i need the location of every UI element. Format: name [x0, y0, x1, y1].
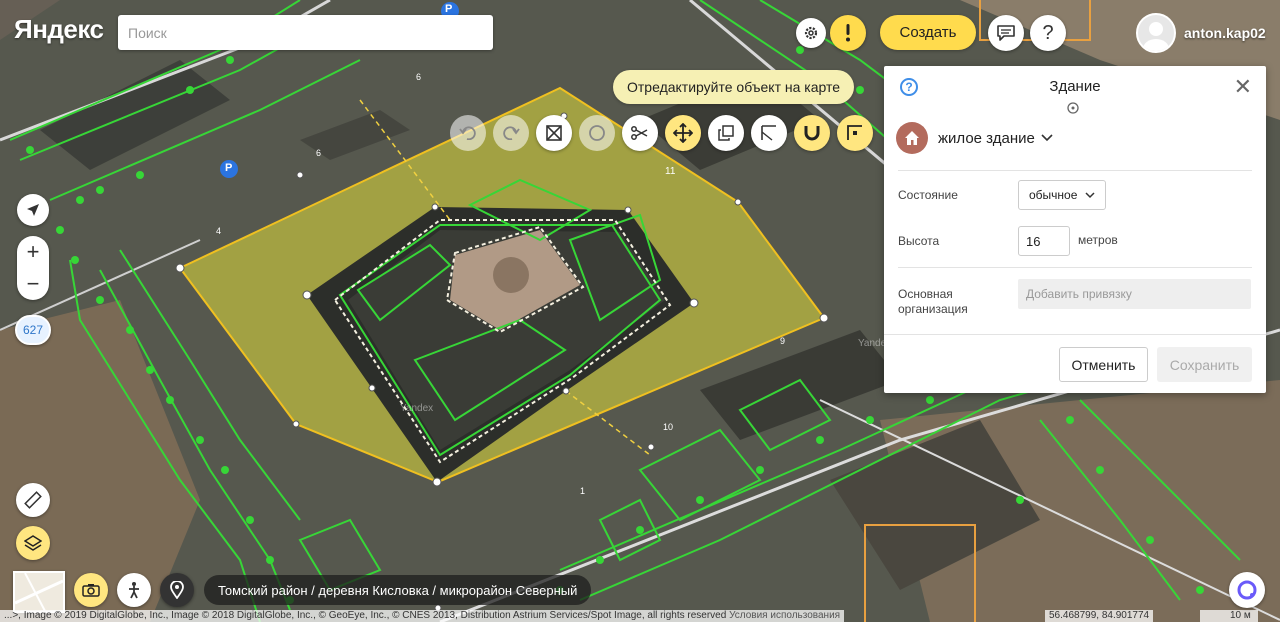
locate-button[interactable] — [17, 194, 49, 226]
chat-icon — [997, 25, 1015, 41]
layers-icon — [24, 535, 42, 551]
cancel-button[interactable]: Отменить — [1059, 347, 1148, 382]
chevron-down-icon — [1041, 134, 1053, 142]
house-number: 9 — [780, 336, 786, 346]
state-value: обычное — [1029, 188, 1078, 202]
delete-vertices-icon — [546, 125, 562, 141]
minimap[interactable] — [13, 571, 65, 613]
alice-icon — [1237, 580, 1257, 600]
user-icon — [1143, 22, 1169, 51]
zoom-out-button[interactable]: − — [17, 268, 49, 300]
question-icon: ? — [1042, 21, 1054, 44]
zoom-in-button[interactable]: + — [17, 236, 49, 268]
state-select[interactable]: обычное — [1018, 180, 1106, 210]
settings-button[interactable] — [796, 18, 826, 48]
house-number: 6 — [416, 72, 422, 82]
coordinates: 56.468799, 84.901774 — [1045, 610, 1154, 622]
photo-button[interactable] — [74, 573, 108, 607]
move-button[interactable] — [665, 115, 701, 151]
house-number: 10 — [663, 422, 674, 432]
circle-button[interactable] — [579, 115, 615, 151]
house-number: 6 — [316, 148, 322, 158]
gear-icon — [804, 26, 818, 40]
panorama-button[interactable] — [117, 573, 151, 607]
org-label: Основная организация — [898, 287, 968, 316]
category-label: жилое здание — [938, 129, 1035, 147]
address-breadcrumb[interactable]: Томский район / деревня Кисловка / микро… — [204, 575, 592, 605]
square-snap-icon — [847, 125, 862, 140]
house-number: 4 — [216, 226, 222, 236]
assistant-button[interactable] — [1229, 572, 1265, 608]
username[interactable]: anton.kap02 — [1184, 25, 1266, 41]
divider — [898, 267, 1252, 268]
delete-vertices-button[interactable] — [536, 115, 572, 151]
camera-icon — [82, 584, 100, 597]
zoom-control: + − — [17, 236, 49, 300]
create-button[interactable]: Создать — [880, 15, 976, 50]
feedback-button[interactable] — [988, 15, 1024, 51]
angle-icon — [761, 125, 776, 141]
state-label: Состояние — [898, 188, 958, 202]
minimap-thumbnail — [14, 572, 64, 612]
layers-button[interactable] — [16, 526, 50, 560]
pedestrian-icon — [129, 582, 139, 599]
panel-title: Здание — [1049, 78, 1101, 95]
move-icon — [673, 123, 693, 143]
ruler-button[interactable] — [16, 483, 50, 517]
height-label: Высота — [898, 234, 940, 248]
alerts-button[interactable] — [830, 15, 866, 51]
object-panel: ? Здание ✕ жилое здание Состояние обычно… — [884, 66, 1266, 393]
counter-badge[interactable]: 627 — [15, 315, 51, 345]
copy-icon — [718, 125, 734, 141]
save-button[interactable]: Сохранить — [1157, 347, 1252, 382]
undo-button[interactable] — [450, 115, 486, 151]
cut-button[interactable] — [622, 115, 658, 151]
copyright-bar: ...>, Image © 2019 DigitalGlobe, Inc., I… — [0, 610, 845, 622]
parking-marker[interactable]: P — [225, 162, 232, 174]
chevron-down-icon — [1085, 191, 1095, 198]
undo-icon — [459, 126, 476, 140]
close-icon[interactable]: ✕ — [1234, 76, 1252, 98]
add-link-button[interactable]: Добавить привязку — [1018, 279, 1251, 309]
height-input[interactable] — [1018, 226, 1070, 256]
help-button[interactable]: ? — [1030, 15, 1066, 51]
yandex-logo[interactable]: Яндекс — [14, 14, 104, 45]
edit-toolbar — [450, 115, 880, 153]
redo-button[interactable] — [493, 115, 529, 151]
watermark: Yandex — [400, 403, 434, 414]
cut-icon — [631, 126, 648, 140]
circle-icon — [589, 125, 605, 141]
magnet-button[interactable] — [794, 115, 830, 151]
copyright-text: ...>, Image © 2019 DigitalGlobe, Inc., I… — [4, 610, 727, 621]
divider — [898, 170, 1252, 171]
category-selector[interactable]: жилое здание — [896, 122, 1053, 154]
scale-bar: 10 м — [1200, 610, 1258, 622]
exclamation-icon — [846, 24, 850, 42]
address-button[interactable] — [160, 573, 194, 607]
edit-hint: Отредактируйте объект на карте — [613, 70, 855, 104]
pin-icon — [170, 581, 184, 599]
parking-marker[interactable]: P — [445, 3, 452, 15]
ruler-icon — [24, 491, 42, 509]
divider — [884, 334, 1266, 335]
copy-button[interactable] — [708, 115, 744, 151]
angle-button[interactable] — [751, 115, 787, 151]
search-input[interactable] — [118, 15, 493, 50]
redo-icon — [503, 126, 520, 140]
terms-link[interactable]: Условия использования — [729, 610, 840, 621]
target-icon[interactable] — [1066, 101, 1080, 115]
house-number: 11 — [665, 166, 676, 177]
location-arrow-icon — [27, 204, 39, 216]
house-number: 1 — [580, 486, 586, 496]
magnet-icon — [804, 126, 820, 141]
house-icon — [896, 122, 928, 154]
height-unit: метров — [1078, 233, 1118, 247]
square-snap-button[interactable] — [837, 115, 873, 151]
avatar[interactable] — [1136, 13, 1176, 53]
user-menu[interactable]: anton.kap02 — [1136, 13, 1266, 53]
